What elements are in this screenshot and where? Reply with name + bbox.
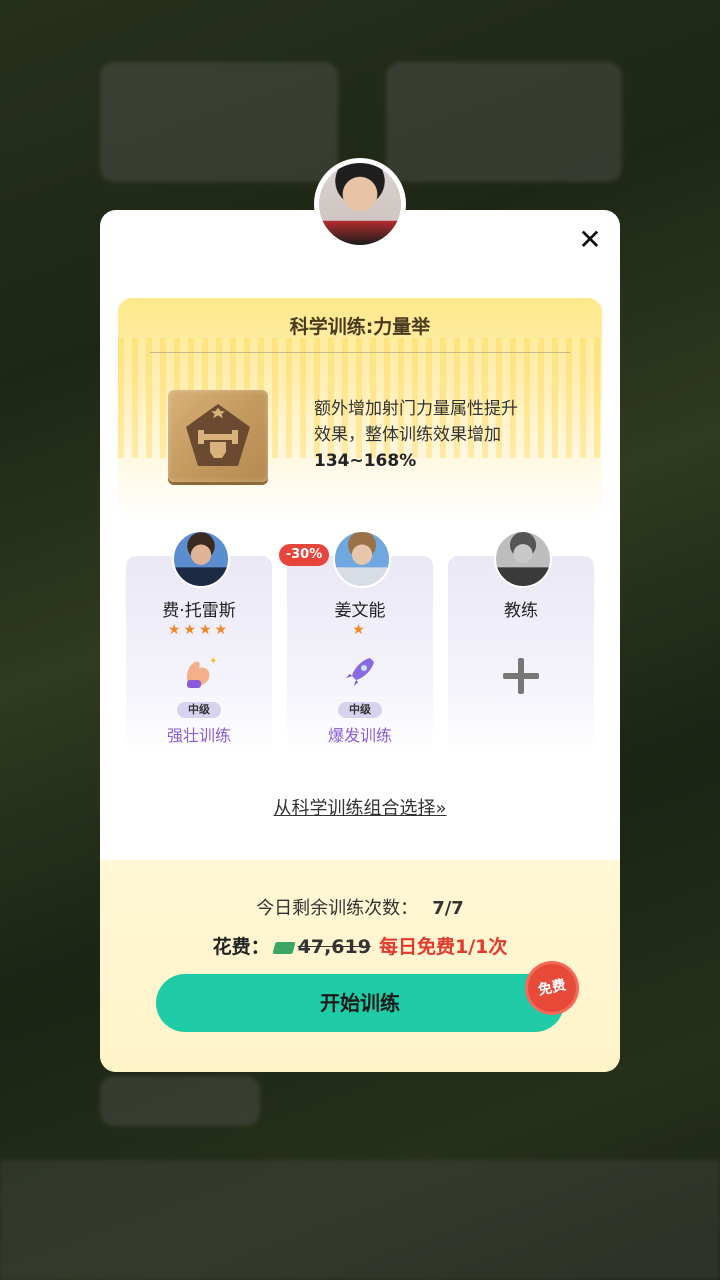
remaining-value: 7/7 [432,898,464,919]
discount-badge: -30% [279,544,329,566]
flexed-bicep-icon: ✦ [179,652,219,692]
trait-name: 爆发训练 [327,726,392,745]
coach-avatar [333,530,391,588]
coach-card-2[interactable]: -30% 姜文能 ★ 中级 爆发训练 [279,530,433,756]
desc-line-2: 效果，整体训练效果增加 [314,425,501,445]
coach-avatar [172,530,230,588]
bottom-panel: 今日剩余训练次数： 7/7 花费： 47,619 每日免费1/1次 开始训练 免费 [100,860,620,1072]
trait-name: 强壮训练 [166,726,231,745]
training-banner: 科学训练:力量举 额外增加射门力量属性提升 效果，整体训练效果增加 134~16… [118,298,602,522]
rocket-icon [340,652,380,692]
close-icon[interactable]: ✕ [578,226,602,254]
svg-text:✦: ✦ [209,656,217,667]
player-face [319,163,401,245]
level-badge: 中级 [338,702,382,718]
star-rating: ★★★★ [167,622,231,638]
dumbbell-fist-icon [168,390,268,482]
start-training-button[interactable]: 开始训练 [156,974,564,1032]
coach-name: 姜文能 [334,601,386,621]
banner-divider [150,352,570,353]
old-price: 47,619 [297,936,371,958]
coach-card-empty[interactable]: 教练 [448,530,594,756]
desc-value: 134~168% [314,451,417,471]
desc-line-1: 额外增加射门力量属性提升 [314,399,518,419]
remaining-count: 今日剩余训练次数： 7/7 [100,894,620,920]
remaining-label: 今日剩余训练次数： [256,898,419,919]
banner-description: 额外增加射门力量属性提升 效果，整体训练效果增加 134~168% [314,396,574,474]
pentagon-badge-icon [186,404,250,466]
cost-line: 花费： 47,619 每日免费1/1次 [100,932,620,959]
select-training-combo-link[interactable]: 从科学训练组合选择» [100,794,620,820]
star-rating: ★ [352,622,368,638]
banner-title: 科学训练:力量举 [289,316,431,338]
player-avatar [314,158,406,250]
cost-label: 花费： [212,936,270,958]
coach-name: 费·托雷斯 [162,601,236,621]
free-count-text: 每日免费1/1次 [378,936,508,958]
level-badge: 中级 [177,702,221,718]
plus-icon[interactable] [501,656,541,696]
money-icon [272,941,296,954]
coach-card-1[interactable]: 费·托雷斯 ★★★★ ✦ 中级 强壮训练 [126,530,272,756]
training-dialog: ✕ 科学训练:力量举 额外增加射门力量属性提升 效果，整体训练效果增加 134~… [100,210,620,1072]
coach-placeholder-avatar [494,530,552,588]
coach-slot-label: 教练 [504,601,538,621]
